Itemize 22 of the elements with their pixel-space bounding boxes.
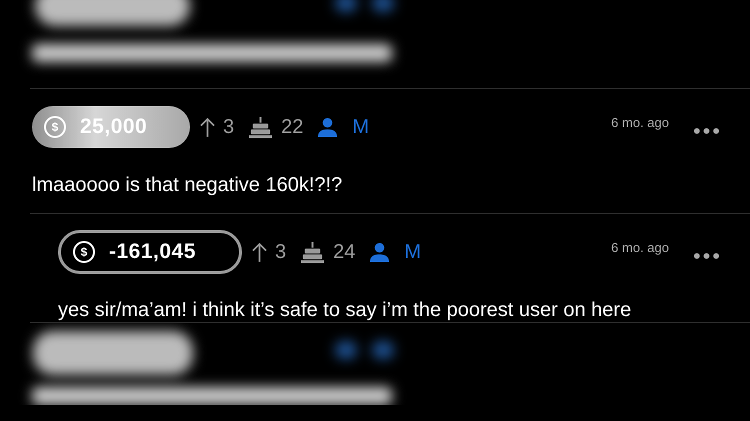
more-options-icon[interactable] xyxy=(693,252,720,260)
comment-text: lmaaoooo is that negative 160k!?!? xyxy=(32,173,344,197)
person-icon xyxy=(369,242,390,262)
coin-icon: $ xyxy=(73,241,95,263)
coin-amount: 25,000 xyxy=(80,115,148,139)
upvote-count: 3 xyxy=(223,116,234,138)
timestamp: 6 mo. ago xyxy=(611,114,669,130)
upvote-count: 3 xyxy=(275,240,286,264)
cake-icon xyxy=(248,114,274,140)
timestamp: 6 mo. ago xyxy=(611,240,669,254)
cake-day-count: 24 xyxy=(333,240,356,264)
person-icon xyxy=(317,116,338,138)
coin-amount: -161,045 xyxy=(109,240,196,264)
author-name[interactable]: M xyxy=(404,240,422,264)
cake-icon xyxy=(300,240,326,264)
more-options-icon[interactable] xyxy=(693,127,720,135)
up-arrow-icon xyxy=(200,116,215,138)
cake-day-count: 22 xyxy=(281,116,304,138)
up-arrow-icon xyxy=(252,242,267,262)
comment-text: yes sir/ma’am! i think it’s safe to say i’m the poorest user on here xyxy=(58,298,632,322)
author-name[interactable]: M xyxy=(352,116,370,138)
coin-icon: $ xyxy=(44,116,66,138)
